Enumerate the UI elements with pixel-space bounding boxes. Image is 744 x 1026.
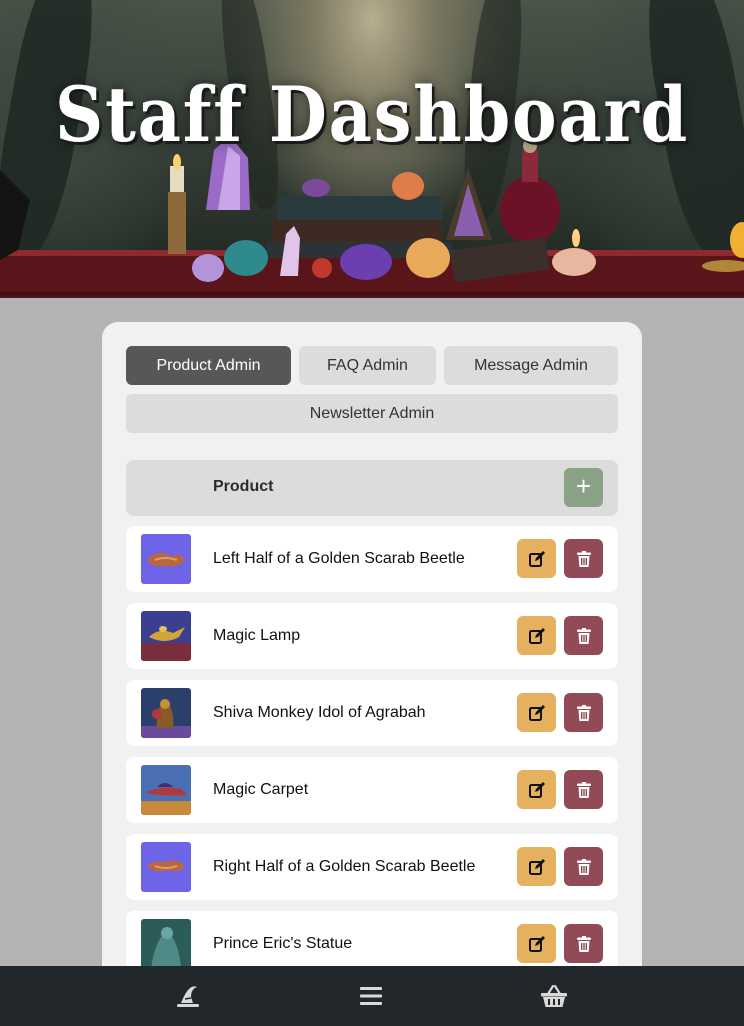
hero-banner: Staff Dashboard (0, 0, 744, 298)
trash-icon (576, 781, 591, 798)
column-title-product: Product (213, 478, 274, 495)
product-row: Left Half of a Golden Scarab Beetle (126, 526, 618, 592)
product-name: Right Half of a Golden Scarab Beetle (213, 858, 476, 875)
edit-icon (528, 858, 545, 875)
product-thumbnail (141, 765, 191, 815)
menu-icon[interactable] (355, 980, 387, 1012)
page-title: Staff Dashboard (54, 70, 690, 159)
product-name: Magic Carpet (213, 781, 309, 798)
basket-icon[interactable] (538, 980, 570, 1012)
trash-icon (576, 858, 591, 875)
plus-icon: + (575, 471, 592, 501)
delete-button[interactable] (564, 847, 603, 886)
product-thumbnail (141, 688, 191, 738)
edit-button[interactable] (517, 770, 556, 809)
trash-icon (576, 704, 591, 721)
product-thumbnail (141, 919, 191, 969)
tab-message-admin[interactable]: Message Admin (444, 346, 618, 385)
edit-icon (528, 781, 545, 798)
product-row: Shiva Monkey Idol of Agrabah (126, 680, 618, 746)
edit-button[interactable] (517, 616, 556, 655)
admin-card: Product Admin FAQ Admin Message Admin Ne… (102, 322, 642, 1026)
product-name: Left Half of a Golden Scarab Beetle (213, 550, 465, 567)
product-name: Shiva Monkey Idol of Agrabah (213, 704, 426, 721)
tab-newsletter-admin[interactable]: Newsletter Admin (126, 394, 618, 433)
edit-icon (528, 550, 545, 567)
tab-faq-admin[interactable]: FAQ Admin (299, 346, 436, 385)
trash-icon (576, 935, 591, 952)
trash-icon (576, 627, 591, 644)
edit-icon (528, 935, 545, 952)
delete-button[interactable] (564, 770, 603, 809)
product-name: Magic Lamp (213, 627, 301, 644)
witch-hat-icon[interactable] (172, 980, 204, 1012)
edit-button[interactable] (517, 693, 556, 732)
product-thumbnail (141, 534, 191, 584)
product-thumbnail (141, 842, 191, 892)
delete-button[interactable] (564, 924, 603, 963)
product-row: Magic Lamp (126, 603, 618, 669)
add-product-button[interactable]: + (564, 468, 603, 507)
product-thumbnail (141, 611, 191, 661)
delete-button[interactable] (564, 539, 603, 578)
edit-button[interactable] (517, 539, 556, 578)
delete-button[interactable] (564, 693, 603, 732)
edit-icon (528, 704, 545, 721)
edit-icon (528, 627, 545, 644)
edit-button[interactable] (517, 847, 556, 886)
delete-button[interactable] (564, 616, 603, 655)
tab-product-admin[interactable]: Product Admin (126, 346, 291, 385)
edit-button[interactable] (517, 924, 556, 963)
product-table-header: Product + (126, 460, 618, 516)
product-name: Prince Eric's Statue (213, 935, 353, 952)
product-row: Magic Carpet (126, 757, 618, 823)
trash-icon (576, 550, 591, 567)
bottom-nav (0, 966, 744, 1026)
product-row: Right Half of a Golden Scarab Beetle (126, 834, 618, 900)
